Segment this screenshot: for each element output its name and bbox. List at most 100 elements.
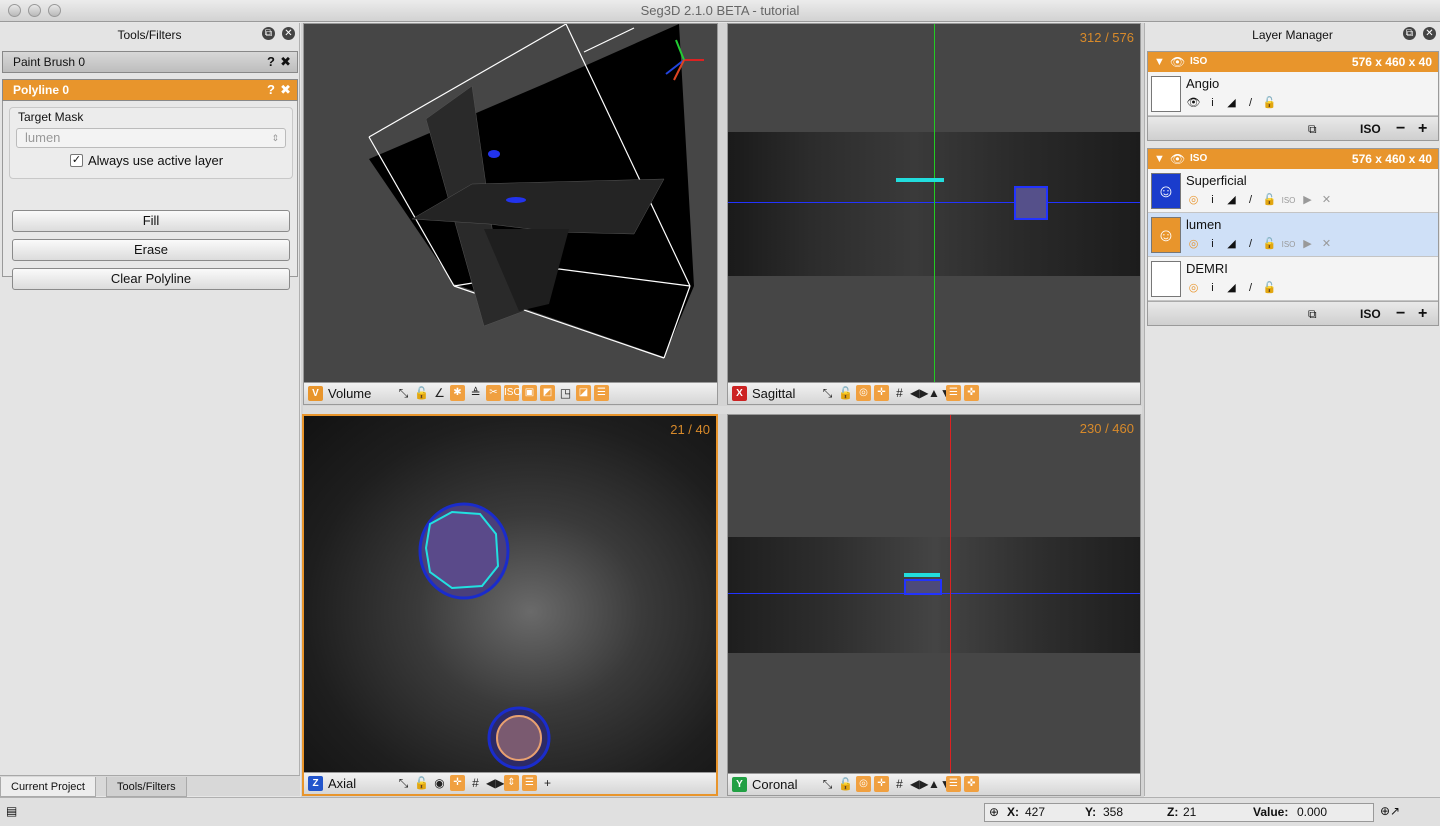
clipping-icon[interactable]: ✂ bbox=[486, 385, 501, 401]
volume-viewer[interactable]: V Volume ⤡ 🔓 ∠ ✱ ≜ ✂ ISO ▣ ◩ ◳ ◪ ☰ bbox=[303, 23, 718, 405]
grid-icon[interactable]: # bbox=[468, 775, 483, 791]
iso-delete-icon[interactable]: ✕ bbox=[1319, 193, 1334, 208]
grid-icon[interactable]: # bbox=[892, 385, 907, 401]
opacity-icon[interactable]: ◢ bbox=[1224, 237, 1239, 252]
bbox-icon[interactable]: ▣ bbox=[522, 385, 537, 401]
add-layer-icon[interactable]: + bbox=[1418, 302, 1427, 326]
picking-icon[interactable]: ◎ bbox=[1186, 281, 1201, 296]
duplicate-icon[interactable]: ⧉ bbox=[1308, 302, 1317, 326]
grid-icon[interactable]: # bbox=[892, 776, 907, 792]
volume-render-icon[interactable]: ◩ bbox=[540, 385, 555, 401]
log-icon[interactable]: ▤ bbox=[6, 804, 17, 818]
lock-icon[interactable]: 🔓 bbox=[838, 776, 853, 792]
erase-button[interactable]: Erase bbox=[12, 239, 290, 261]
picking-icon[interactable]: ◎ bbox=[1186, 237, 1201, 252]
slice-visible-icon[interactable]: ✛ bbox=[874, 385, 889, 401]
lock-icon[interactable]: 🔓 bbox=[1262, 237, 1277, 252]
lock-icon[interactable]: 🔓 bbox=[414, 385, 429, 401]
lock-icon[interactable]: 🔓 bbox=[414, 775, 429, 791]
auto-view-icon[interactable]: ⤡ bbox=[820, 776, 835, 792]
brush-icon[interactable]: / bbox=[1243, 237, 1258, 252]
lock-icon[interactable]: 🔓 bbox=[1262, 281, 1277, 296]
eye-icon[interactable]: ◉ bbox=[432, 775, 447, 791]
iso-render-icon[interactable]: ▶ bbox=[1300, 193, 1315, 208]
remove-layer-icon[interactable]: − bbox=[1396, 302, 1405, 326]
crosshair-icon[interactable]: ✜ bbox=[964, 385, 979, 401]
layer-group-header[interactable]: ▼ 👁 ISO 576 x 460 x 40 bbox=[1148, 52, 1438, 72]
iso-icon[interactable]: ISO bbox=[1281, 237, 1296, 252]
info-icon[interactable]: i bbox=[1205, 193, 1220, 208]
help-icon[interactable]: ? bbox=[267, 52, 275, 72]
picking-icon[interactable]: ◎ bbox=[856, 385, 871, 401]
world-coordinates-icon[interactable]: ⊕↗ bbox=[1380, 804, 1400, 818]
sagittal-viewer[interactable]: 312 / 576 X Sagittal ⤡ 🔓 ◎ ✛ # ◀▶ ▲▼ ☰ ✜ bbox=[727, 23, 1141, 405]
tool-paint-brush-header[interactable]: Paint Brush 0 ? ✖ bbox=[2, 51, 298, 73]
brush-icon[interactable]: / bbox=[1243, 281, 1258, 296]
slice-visible-icon[interactable]: ✛ bbox=[874, 776, 889, 792]
slice-visible-icon[interactable]: ✛ bbox=[450, 775, 465, 791]
iso-delete-icon[interactable]: ✕ bbox=[1319, 237, 1334, 252]
flip-horizontal-icon[interactable]: ◀▶ bbox=[486, 775, 504, 791]
layer-item-demri[interactable]: DEMRI ◎ i ◢ / 🔓 bbox=[1148, 257, 1438, 301]
flip-horizontal-icon[interactable]: ◀▶ bbox=[910, 776, 928, 792]
float-panel-icon[interactable]: ⧉ bbox=[1403, 27, 1416, 40]
axial-viewer[interactable]: 21 / 40 Z Axial ⤡ 🔓 ◉ ✛ # ◀▶ ⇕ ☰ + bbox=[302, 414, 718, 796]
flip-vertical-icon[interactable]: ⇕ bbox=[504, 775, 519, 791]
opacity-icon[interactable]: ◢ bbox=[1224, 96, 1239, 111]
iso-button[interactable]: ISO bbox=[1360, 117, 1381, 141]
collapse-triangle-icon[interactable]: ▼ bbox=[1154, 149, 1165, 169]
iso-icon[interactable]: ISO bbox=[504, 385, 521, 401]
clear-polyline-button[interactable]: Clear Polyline bbox=[12, 268, 290, 290]
viewer-mode-label[interactable]: Volume bbox=[328, 383, 371, 404]
slices-icon[interactable]: ✱ bbox=[450, 385, 465, 401]
fill-button[interactable]: Fill bbox=[12, 210, 290, 232]
eye-icon[interactable]: 👁 bbox=[1170, 149, 1185, 169]
lock-icon[interactable]: 🔓 bbox=[838, 385, 853, 401]
close-tool-icon[interactable]: ✖ bbox=[280, 52, 291, 72]
close-window-button[interactable] bbox=[8, 4, 21, 17]
opacity-icon[interactable]: ◢ bbox=[1224, 281, 1239, 296]
auto-view-icon[interactable]: ⤡ bbox=[396, 775, 411, 791]
layer-group-header[interactable]: ▼ 👁 ISO 576 x 460 x 40 bbox=[1148, 149, 1438, 169]
grid-icon[interactable]: ∠ bbox=[432, 385, 447, 401]
close-tool-icon[interactable]: ✖ bbox=[280, 80, 291, 100]
overlay-icon[interactable]: ◳ bbox=[558, 385, 573, 401]
tool-polyline-header[interactable]: Polyline 0 ? ✖ bbox=[2, 79, 298, 101]
tab-tools-filters[interactable]: Tools/Filters bbox=[106, 777, 187, 797]
opacity-icon[interactable]: ◢ bbox=[1224, 193, 1239, 208]
float-panel-icon[interactable]: ⧉ bbox=[262, 27, 275, 40]
minimize-window-button[interactable] bbox=[28, 4, 41, 17]
viewer-mode-label[interactable]: Sagittal bbox=[752, 383, 795, 404]
eye-icon[interactable]: 👁 bbox=[1170, 52, 1185, 72]
viewer-mode-label[interactable]: Coronal bbox=[752, 774, 798, 795]
brush-icon[interactable]: / bbox=[1243, 193, 1258, 208]
iso-icon[interactable]: ISO bbox=[1281, 193, 1296, 208]
duplicate-icon[interactable]: ⧉ bbox=[1308, 117, 1317, 141]
overlay-icon[interactable]: ☰ bbox=[522, 775, 537, 791]
isosurface-icon[interactable]: ≜ bbox=[468, 385, 483, 401]
close-panel-icon[interactable]: ✕ bbox=[1423, 27, 1436, 40]
layer-item-superficial[interactable]: ☺ Superficial ◎ i ◢ / 🔓 ISO ▶ ✕ bbox=[1148, 169, 1438, 213]
help-icon[interactable]: ? bbox=[267, 80, 275, 100]
zoom-window-button[interactable] bbox=[48, 4, 61, 17]
overlay-icon[interactable]: ☰ bbox=[946, 776, 961, 792]
viewer-mode-label[interactable]: Axial bbox=[328, 773, 356, 794]
coronal-viewer[interactable]: 230 / 460 Y Coronal ⤡ 🔓 ◎ ✛ # ◀▶ ▲▼ ☰ ✜ bbox=[727, 414, 1141, 796]
layer-item-lumen[interactable]: ☺ lumen ◎ i ◢ / 🔓 ISO ▶ ✕ bbox=[1148, 213, 1438, 257]
crosshair-icon[interactable]: ✜ bbox=[964, 776, 979, 792]
info-icon[interactable]: i bbox=[1205, 96, 1220, 111]
remove-layer-icon[interactable]: − bbox=[1396, 117, 1405, 141]
light-icon[interactable]: ☰ bbox=[594, 385, 609, 401]
info-icon[interactable]: i bbox=[1205, 237, 1220, 252]
auto-view-icon[interactable]: ⤡ bbox=[820, 385, 835, 401]
add-layer-icon[interactable]: + bbox=[1418, 117, 1427, 141]
always-active-checkbox[interactable]: ✓ bbox=[70, 154, 83, 167]
auto-view-icon[interactable]: ⤡ bbox=[396, 385, 411, 401]
layer-item-angio[interactable]: Angio 👁 i ◢ / 🔓 bbox=[1148, 72, 1438, 116]
viewer-splitter[interactable] bbox=[303, 406, 1142, 414]
flip-vertical-icon[interactable]: ▲▼ bbox=[928, 776, 952, 792]
transparency-icon[interactable]: ◪ bbox=[576, 385, 591, 401]
flip-vertical-icon[interactable]: ▲▼ bbox=[928, 385, 952, 401]
info-icon[interactable]: i bbox=[1205, 281, 1220, 296]
crosshair-icon[interactable]: + bbox=[540, 775, 555, 791]
